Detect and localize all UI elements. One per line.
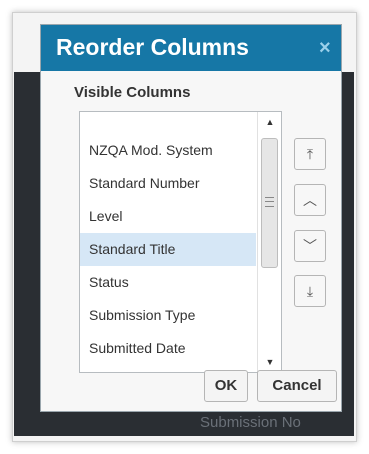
move-to-top-button[interactable]: ⤒ (294, 138, 326, 170)
scroll-up-icon[interactable]: ▲ (258, 112, 281, 132)
list-item[interactable]: Submission Type (80, 299, 256, 332)
list-item[interactable]: Submitted Date (80, 332, 256, 365)
cancel-button[interactable]: Cancel (257, 370, 337, 402)
chevron-up-icon: ︿ (303, 192, 317, 208)
visible-columns-list[interactable]: NZQA Mod. System Standard Number Level S… (79, 111, 282, 373)
close-icon[interactable]: × (319, 37, 331, 60)
scroll-down-icon[interactable]: ▼ (258, 352, 281, 372)
move-up-button[interactable]: ︿ (294, 184, 326, 216)
list-item[interactable]: Standard Number (80, 167, 256, 200)
visible-columns-label: Visible Columns (74, 84, 191, 101)
background-left-strip (14, 72, 40, 436)
list-item-partial (80, 112, 256, 134)
grip-icon (265, 197, 274, 207)
scroll-thumb[interactable] (261, 138, 278, 268)
list-item[interactable]: NZQA Mod. System (80, 134, 256, 167)
dialog-titlebar: Reorder Columns × (41, 25, 341, 71)
chevron-down-icon: ﹀ (303, 238, 317, 254)
background-bottom-strip (14, 410, 354, 436)
move-top-icon: ⤒ (306, 146, 314, 162)
move-bottom-icon: ⤓ (306, 283, 314, 299)
list-item[interactable]: Level (80, 200, 256, 233)
dialog-title: Reorder Columns (56, 34, 249, 60)
ok-button[interactable]: OK (204, 370, 248, 402)
background-right-strip (340, 72, 354, 436)
list-item[interactable]: Status (80, 266, 256, 299)
list-item-selected[interactable]: Standard Title (80, 233, 256, 266)
reorder-columns-dialog: Reorder Columns × Visible Columns NZQA M… (40, 24, 342, 412)
move-down-button[interactable]: ﹀ (294, 230, 326, 262)
move-to-bottom-button[interactable]: ⤓ (294, 275, 326, 307)
background-column-text: Submission No (200, 414, 301, 431)
list-scrollbar[interactable]: ▲ ▼ (257, 112, 281, 372)
